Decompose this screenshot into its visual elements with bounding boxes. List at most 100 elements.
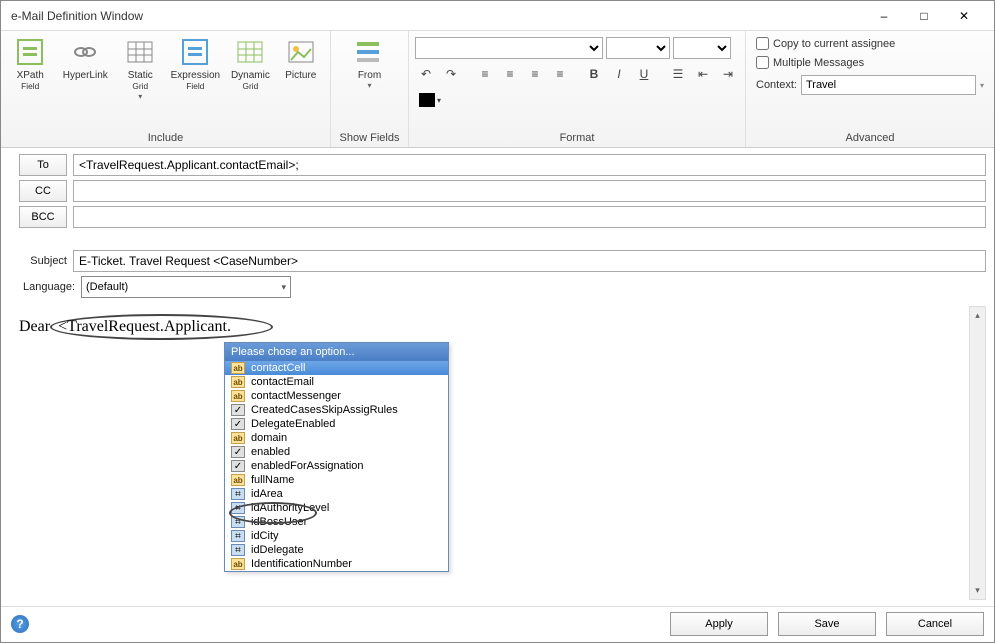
btn-label: ExpressionField xyxy=(171,70,220,92)
autocomplete-item[interactable]: ⌗ idCity xyxy=(225,529,448,543)
cc-input[interactable] xyxy=(73,180,986,202)
autocomplete-popup: Please chose an option... abcontactCella… xyxy=(224,342,449,572)
form-area: To CC BCC Subject Language: (Default) ▾ xyxy=(1,148,994,308)
copy-assignee-label: Copy to current assignee xyxy=(773,38,895,50)
autocomplete-item-label: contactEmail xyxy=(251,376,314,388)
bcc-button[interactable]: BCC xyxy=(19,206,67,228)
autocomplete-item[interactable]: abcontactCell xyxy=(225,361,448,375)
redo-button[interactable]: ↷ xyxy=(440,63,462,85)
sgrid-button[interactable]: StaticGrid▾ xyxy=(117,34,163,101)
from-button[interactable]: From ▾ xyxy=(337,34,402,90)
save-button[interactable]: Save xyxy=(778,612,876,636)
autocomplete-item[interactable]: ⌗idArea xyxy=(225,487,448,501)
ribbon: XPathFieldHyperLinkStaticGrid▾ Expression… xyxy=(1,31,994,148)
bottom-bar: ? Apply Save Cancel xyxy=(1,606,994,640)
indent-button[interactable]: ⇥ xyxy=(717,63,739,85)
context-input[interactable] xyxy=(801,75,976,95)
autocomplete-item[interactable]: ✓ enabled xyxy=(225,445,448,459)
autocomplete-item[interactable]: abcontactMessenger xyxy=(225,389,448,403)
autocomplete-item-label: DelegateEnabled xyxy=(251,418,335,430)
align-left-button[interactable]: ≡ xyxy=(474,63,496,85)
link-button[interactable]: HyperLink xyxy=(57,34,113,81)
autocomplete-item-label: enabled xyxy=(251,446,290,458)
dgrid-icon xyxy=(234,36,266,68)
field-type-icon: ✓ xyxy=(231,446,245,458)
apply-button[interactable]: Apply xyxy=(670,612,768,636)
autocomplete-item-label: idCity xyxy=(251,530,279,542)
subject-input[interactable] xyxy=(73,250,986,272)
italic-button[interactable]: I xyxy=(608,63,630,85)
font-size-combo[interactable] xyxy=(606,37,670,59)
cancel-button[interactable]: Cancel xyxy=(886,612,984,636)
xpath-token-text: <TravelRequest.Applicant. xyxy=(58,318,231,336)
close-button[interactable]: ✕ xyxy=(944,2,984,30)
autocomplete-item[interactable]: ab fullName xyxy=(225,473,448,487)
field-type-icon: ⌗ xyxy=(231,530,245,542)
bullet-list-button[interactable]: ☰ xyxy=(667,63,689,85)
font-style-combo[interactable] xyxy=(673,37,731,59)
autocomplete-item[interactable]: ⌗idBossUser xyxy=(225,515,448,529)
align-right-button[interactable]: ≡ xyxy=(524,63,546,85)
scroll-down-arrow[interactable]: ▾ xyxy=(970,582,985,599)
vertical-scrollbar[interactable]: ▴ ▾ xyxy=(969,306,986,600)
autocomplete-header: Please chose an option... xyxy=(225,343,448,361)
maximize-button[interactable]: □ xyxy=(904,2,944,30)
autocomplete-item[interactable]: ab IdentificationNumber xyxy=(225,557,448,571)
chevron-down-icon: ▾ xyxy=(281,282,286,293)
from-label: From xyxy=(358,70,381,81)
dgrid-button[interactable]: DynamicGrid xyxy=(227,34,273,92)
autocomplete-item-label: contactCell xyxy=(251,362,305,374)
autocomplete-item[interactable]: ✓DelegateEnabled xyxy=(225,417,448,431)
context-label: Context: xyxy=(756,79,797,91)
underline-button[interactable]: U xyxy=(633,63,655,85)
autocomplete-item-label: IdentificationNumber xyxy=(251,558,352,570)
to-input[interactable] xyxy=(73,154,986,176)
autocomplete-list[interactable]: abcontactCellabcontactEmailabcontactMess… xyxy=(225,361,448,571)
autocomplete-item[interactable]: ✓CreatedCasesSkipAssigRules xyxy=(225,403,448,417)
autocomplete-item[interactable]: ✓enabledForAssignation xyxy=(225,459,448,473)
color-picker-button[interactable]: ▾ xyxy=(415,89,445,111)
help-icon[interactable]: ? xyxy=(11,615,29,633)
autocomplete-item-label: contactMessenger xyxy=(251,390,341,402)
minimize-button[interactable]: – xyxy=(864,2,904,30)
cc-button[interactable]: CC xyxy=(19,180,67,202)
field-type-icon: ⌗ xyxy=(231,502,245,514)
bold-button[interactable]: B xyxy=(583,63,605,85)
field-type-icon: ab xyxy=(231,474,245,486)
xpath-button[interactable]: XPathField xyxy=(7,34,53,92)
font-family-combo[interactable] xyxy=(415,37,603,59)
pic-button[interactable]: Picture xyxy=(278,34,324,81)
from-icon xyxy=(354,36,386,68)
outdent-button[interactable]: ⇤ xyxy=(692,63,714,85)
autocomplete-item-label: CreatedCasesSkipAssigRules xyxy=(251,404,398,416)
email-body-editor[interactable]: Dear <TravelRequest.Applicant. Please ch… xyxy=(19,314,986,594)
xpath-token-highlight: <TravelRequest.Applicant. xyxy=(50,314,273,340)
bcc-input[interactable] xyxy=(73,206,986,228)
group-showfields-label: Show Fields xyxy=(331,130,408,147)
field-type-icon: ✓ xyxy=(231,460,245,472)
autocomplete-item[interactable]: ⌗idAuthorityLevel xyxy=(225,501,448,515)
field-type-icon: ab xyxy=(231,558,245,570)
autocomplete-item-label: fullName xyxy=(251,474,294,486)
autocomplete-item[interactable]: abcontactEmail xyxy=(225,375,448,389)
field-type-icon: ⌗ xyxy=(231,488,245,500)
language-value: (Default) xyxy=(86,281,128,293)
language-combo[interactable]: (Default) ▾ xyxy=(81,276,291,298)
align-center-button[interactable]: ≡ xyxy=(499,63,521,85)
autocomplete-item[interactable]: ⌗ idDelegate xyxy=(225,543,448,557)
sgrid-icon xyxy=(124,36,156,68)
align-justify-button[interactable]: ≡ xyxy=(549,63,571,85)
field-type-icon: ⌗ xyxy=(231,516,245,528)
window-title: e-Mail Definition Window xyxy=(11,9,864,23)
field-type-icon: ⌗ xyxy=(231,544,245,556)
to-button[interactable]: To xyxy=(19,154,67,176)
scroll-up-arrow[interactable]: ▴ xyxy=(970,307,985,324)
autocomplete-item[interactable]: abdomain xyxy=(225,431,448,445)
autocomplete-item-label: idDelegate xyxy=(251,544,304,556)
undo-button[interactable]: ↶ xyxy=(415,63,437,85)
field-type-icon: ab xyxy=(231,432,245,444)
btn-label: Picture xyxy=(285,70,316,81)
multiple-messages-checkbox[interactable] xyxy=(756,56,769,69)
copy-assignee-checkbox[interactable] xyxy=(756,37,769,50)
expr-button[interactable]: ExpressionField xyxy=(168,34,224,92)
